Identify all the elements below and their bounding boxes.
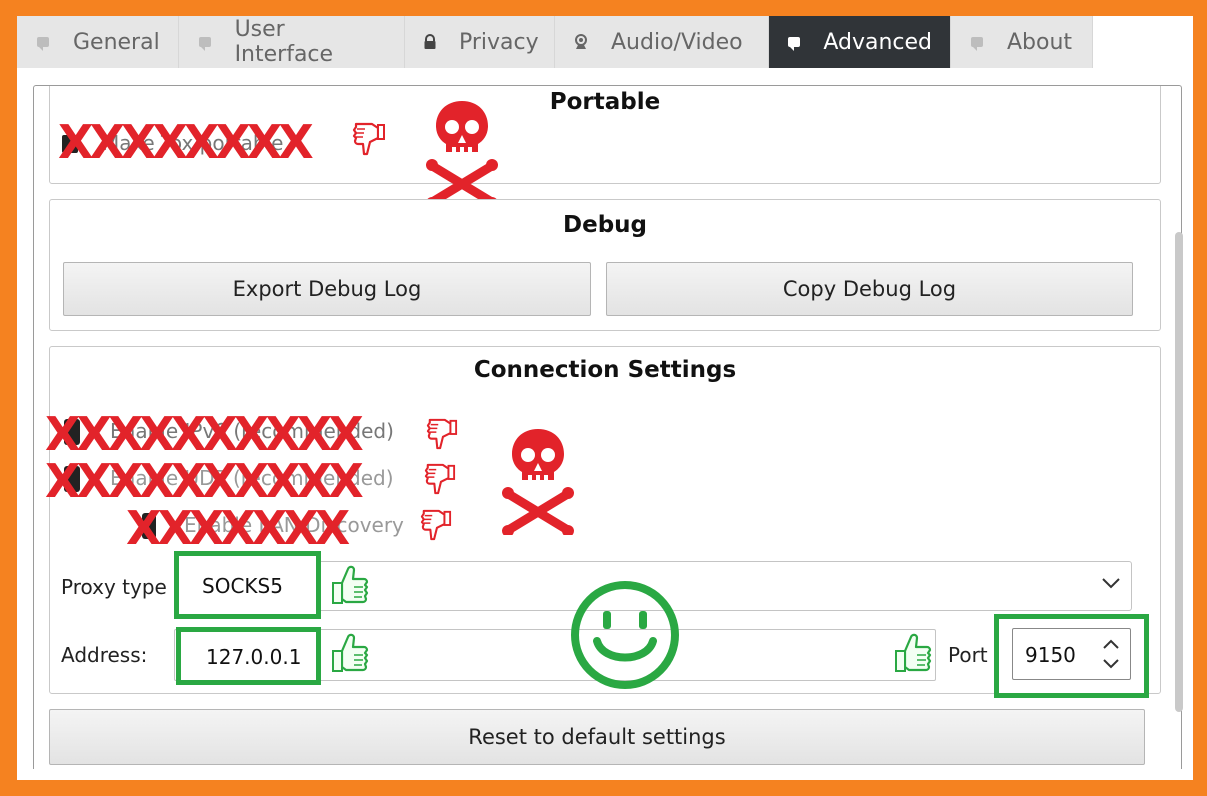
port-spinbox[interactable]: 9150 — [1012, 628, 1131, 680]
skull-crossbones-icon — [500, 425, 576, 535]
tab-window-icon — [197, 34, 213, 51]
tab-label: User Interface — [234, 17, 334, 67]
tab-general[interactable]: General — [17, 16, 179, 68]
thumbs-up-icon — [330, 629, 370, 677]
thumbs-down-icon — [352, 120, 386, 158]
port-label: Port — [948, 643, 988, 667]
spin-arrows-icon[interactable] — [1102, 637, 1120, 671]
tab-privacy[interactable]: Privacy — [405, 16, 555, 68]
tab-label: About — [1007, 29, 1073, 55]
address-label: Address: — [61, 643, 148, 667]
settings-window: General User Interface Privacy Audio/Vid… — [17, 16, 1193, 780]
debug-group: Debug Export Debug Log Copy Debug Log — [49, 199, 1161, 331]
tab-label: Privacy — [459, 29, 539, 55]
address-value: 127.0.0.1 — [206, 645, 302, 669]
tab-audio-video[interactable]: Audio/Video — [555, 16, 769, 68]
skull-crossbones-icon — [424, 97, 500, 207]
tab-user-interface[interactable]: User Interface — [179, 16, 405, 68]
settings-scroll-area[interactable]: Portable Make Tox portable XXXXXXXX Debu… — [33, 85, 1182, 769]
tab-advanced[interactable]: Advanced — [769, 16, 951, 68]
tab-window-icon — [787, 34, 801, 51]
strike-mark: XXXXXXXXXX — [45, 407, 364, 461]
thumbs-down-icon — [424, 461, 456, 497]
tab-label: Advanced — [823, 29, 932, 55]
strike-mark: XXXXXXX — [126, 501, 350, 555]
strike-mark: XXXXXXXXXX — [45, 454, 364, 508]
tab-window-icon — [35, 34, 51, 51]
tab-label: General — [73, 29, 160, 55]
proxy-type-highlight: SOCKS5 — [174, 551, 321, 619]
address-highlight: 127.0.0.1 — [176, 627, 321, 685]
vertical-scrollbar[interactable] — [1175, 232, 1183, 712]
portable-group: Portable Make Tox portable XXXXXXXX — [49, 86, 1161, 207]
proxy-type-label: Proxy type — [61, 575, 167, 599]
portable-title: Portable — [549, 89, 661, 115]
connection-settings-group: Connection Settings Enable IPv6 (recomme… — [45, 346, 1161, 698]
tab-about[interactable]: About — [951, 16, 1093, 68]
thumbs-up-icon — [893, 629, 933, 677]
reset-default-settings-button[interactable]: Reset to default settings — [49, 709, 1145, 765]
webcam-icon — [573, 34, 589, 50]
copy-debug-log-button[interactable]: Copy Debug Log — [606, 262, 1133, 316]
tab-bar: General User Interface Privacy Audio/Vid… — [17, 16, 1093, 68]
export-debug-log-button[interactable]: Export Debug Log — [63, 262, 591, 316]
tab-label: Audio/Video — [611, 29, 743, 55]
debug-title: Debug — [563, 212, 647, 238]
strike-mark: XXXXXXXX — [58, 115, 314, 169]
tab-window-icon — [969, 34, 985, 51]
port-value: 9150 — [1025, 643, 1076, 667]
thumbs-down-icon — [426, 416, 458, 452]
smiley-face-icon — [569, 579, 681, 691]
thumbs-down-icon — [420, 507, 452, 543]
chevron-down-icon — [1101, 576, 1121, 590]
connection-settings-title: Connection Settings — [473, 357, 737, 383]
lock-icon — [423, 34, 437, 50]
proxy-type-value: SOCKS5 — [202, 574, 283, 598]
thumbs-up-icon — [330, 561, 370, 609]
